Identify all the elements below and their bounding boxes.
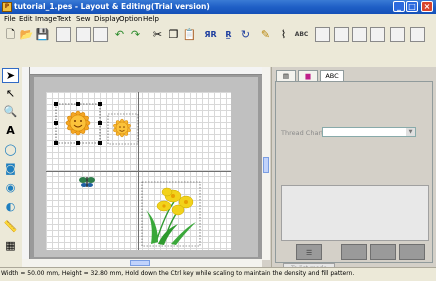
tool-palette: ➤ ↖ 🔍 A ◯ ◙ ◉ ◐ 📏 ▦ — [0, 67, 23, 267]
menu-sew[interactable]: Sew — [76, 15, 90, 23]
shape-tool-icon[interactable]: ◯ — [2, 142, 19, 157]
menu-option[interactable]: Option — [119, 15, 142, 23]
butterfly-motif[interactable] — [79, 177, 95, 187]
cut-icon[interactable]: ✂ — [150, 27, 165, 42]
horizontal-scroll-thumb[interactable] — [130, 260, 150, 266]
copy-icon[interactable]: ❐ — [166, 27, 181, 42]
thread-color-list[interactable] — [281, 185, 429, 241]
toolbar: 🗋 📂 💾 ↶ ↷ ✂ ❐ 📋 ЯR R̲ ↻ ✎ ⌇ ABC — [0, 24, 436, 47]
stitch-simulator-icon[interactable] — [352, 27, 367, 42]
embroidery-artwork — [54, 102, 201, 247]
import-icon[interactable] — [56, 27, 71, 42]
wand-icon[interactable]: ✎ — [258, 27, 273, 42]
maximize-button[interactable]: □ — [406, 1, 418, 12]
menu-display[interactable]: Display — [94, 15, 120, 23]
sunflower-small[interactable] — [113, 118, 132, 138]
text-tool-icon[interactable]: A — [2, 123, 19, 138]
sewing-order-panel: ▤ ▆ ABC Thread Chart ▼ ☰ To list mode — [271, 67, 436, 274]
export-icon[interactable] — [93, 27, 108, 42]
menu-bar: File Edit Image Text Sew Display Option … — [0, 14, 436, 24]
new-file-icon[interactable]: 🗋 — [3, 27, 18, 42]
status-bar: Width = 50.00 mm, Height = 32.80 mm, Hol… — [0, 267, 436, 281]
preview-icon[interactable] — [370, 27, 385, 42]
menu-help[interactable]: Help — [143, 15, 159, 23]
menu-file[interactable]: File — [4, 15, 16, 23]
toolbar-gap — [0, 46, 436, 67]
list-icon: ☰ — [306, 249, 313, 257]
open-folder-icon[interactable]: 📂 — [19, 27, 34, 42]
vertical-scrollbar[interactable] — [262, 67, 270, 260]
yellow-flower-bouquet[interactable] — [146, 187, 196, 245]
horizontal-scrollbar[interactable] — [22, 259, 262, 267]
close-button[interactable]: × — [421, 1, 433, 12]
point-edit-icon[interactable]: ↖ — [2, 86, 19, 101]
thread-chart-label: Thread Chart — [281, 129, 324, 137]
color-swatch-3[interactable] — [370, 244, 396, 260]
import-image-icon[interactable] — [76, 27, 91, 42]
ruler-horizontal — [22, 67, 262, 75]
brush-icon[interactable]: ▦ — [2, 238, 19, 253]
write-card-icon[interactable] — [410, 27, 425, 42]
save-icon[interactable]: 💾 — [35, 27, 50, 42]
abc-label: ABC — [294, 30, 309, 38]
undo-icon[interactable]: ↶ — [112, 27, 127, 42]
menu-edit[interactable]: Edit — [19, 15, 33, 23]
mirror-vertical-icon[interactable]: R̲ — [221, 27, 236, 42]
title-bar: P tutorial_1.pes - Layout & Editing(Tria… — [0, 0, 436, 14]
color-swatch-2[interactable] — [341, 244, 367, 260]
tab-thread-color[interactable]: ▆ — [298, 70, 318, 81]
shape-fill-icon[interactable]: ◙ — [2, 161, 19, 176]
rotate-icon[interactable]: ↻ — [238, 27, 253, 42]
redo-icon[interactable]: ↷ — [128, 27, 143, 42]
color-swatch-button[interactable]: ☰ — [296, 244, 322, 260]
zoom-icon[interactable]: 🔍 — [2, 104, 19, 119]
paste-icon[interactable]: 📋 — [182, 27, 197, 42]
eyedropper-icon[interactable]: ◉ — [2, 180, 19, 195]
app-icon[interactable]: P — [2, 2, 12, 12]
minimize-button[interactable]: _ — [393, 1, 405, 12]
menu-image[interactable]: Image — [35, 15, 57, 23]
tab-sewing-order[interactable]: ▤ — [276, 70, 296, 81]
color-swatch-4[interactable] — [399, 244, 425, 260]
ruler-vertical — [22, 67, 30, 260]
window-title: tutorial_1.pes - Layout & Editing(Trial … — [14, 2, 210, 11]
menu-text[interactable]: Text — [57, 15, 71, 23]
chevron-down-icon[interactable]: ▼ — [406, 128, 415, 136]
design-property-icon[interactable] — [315, 27, 330, 42]
transfer-icon[interactable] — [390, 27, 405, 42]
panel-body: Thread Chart ▼ ☰ To list mode — [275, 81, 433, 274]
design-canvas[interactable] — [22, 67, 262, 260]
ruler-icon[interactable]: 📏 — [2, 219, 19, 234]
design-page[interactable] — [46, 92, 231, 250]
thread-chart-select[interactable]: ▼ — [322, 127, 416, 137]
sew-attribute-icon[interactable]: ◐ — [2, 199, 19, 214]
stitch-icon[interactable]: ⌇ — [276, 27, 291, 42]
mirror-horizontal-icon[interactable]: ЯR — [203, 27, 218, 42]
text-abc-icon[interactable]: ABC — [294, 27, 309, 42]
vertical-scroll-thumb[interactable] — [263, 157, 269, 173]
sunflower-large[interactable] — [65, 110, 91, 136]
select-arrow-icon[interactable]: ➤ — [2, 68, 19, 83]
realistic-view-icon[interactable] — [334, 27, 349, 42]
